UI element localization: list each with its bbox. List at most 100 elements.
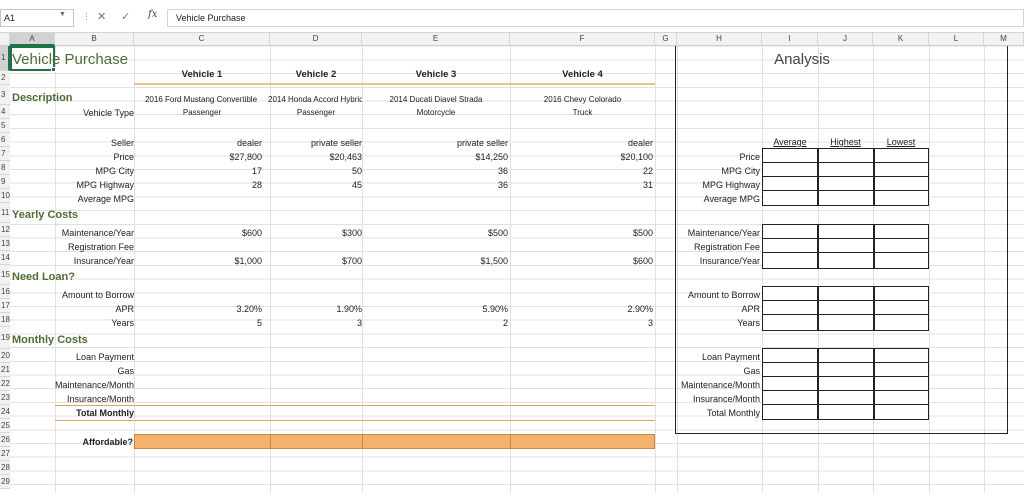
analysis-label[interactable]: APR — [670, 304, 760, 315]
section-description[interactable]: Description — [12, 92, 73, 105]
analysis-table-vehicle[interactable] — [762, 148, 929, 206]
vehicle-type-cell[interactable]: Motorcycle — [362, 107, 510, 118]
description-cell[interactable]: 2016 Chevy Colorado — [510, 94, 655, 105]
mpg-highway-cell[interactable]: 45 — [270, 180, 362, 191]
row-header[interactable]: 2 — [0, 71, 10, 85]
price-cell[interactable]: $14,250 — [362, 152, 508, 163]
mpg-city-cell[interactable]: 50 — [270, 166, 362, 177]
sheet-title[interactable]: Vehicle Purchase — [12, 52, 128, 68]
price-cell[interactable]: $20,100 — [510, 152, 653, 163]
seller-cell[interactable]: private seller — [270, 138, 362, 149]
analysis-label[interactable]: Loan Payment — [670, 352, 760, 363]
column-header[interactable]: J — [818, 33, 873, 46]
row-header[interactable]: 17 — [0, 299, 10, 313]
cancel-icon[interactable]: ✕ — [97, 10, 106, 23]
column-header[interactable]: M — [984, 33, 1024, 46]
select-all-corner[interactable] — [0, 33, 10, 46]
column-header[interactable]: K — [873, 33, 929, 46]
row-header[interactable]: 9 — [0, 175, 10, 189]
affordable-row[interactable] — [134, 434, 655, 449]
vehicle-type-cell[interactable]: Truck — [510, 107, 655, 118]
seller-cell[interactable]: private seller — [362, 138, 508, 149]
chevron-down-icon[interactable]: ▼ — [59, 11, 66, 18]
row-label[interactable]: Insurance/Month — [20, 394, 134, 405]
maintenance-year-cell[interactable]: $500 — [362, 228, 508, 239]
row-header[interactable]: 4 — [0, 105, 10, 119]
row-header[interactable]: 23 — [0, 391, 10, 405]
row-header[interactable]: 8 — [0, 161, 10, 175]
vehicle-header[interactable]: Vehicle 3 — [362, 69, 510, 80]
analysis-label[interactable]: MPG Highway — [677, 180, 760, 191]
row-header[interactable]: 1 — [0, 46, 10, 71]
analysis-title[interactable]: Analysis — [762, 52, 842, 68]
column-header[interactable]: C — [134, 33, 270, 46]
price-cell[interactable]: $27,800 — [134, 152, 262, 163]
maintenance-year-cell[interactable]: $300 — [270, 228, 362, 239]
row-label[interactable]: Total Monthly — [40, 408, 134, 419]
analysis-col-header[interactable]: Highest — [818, 137, 873, 148]
analysis-label[interactable]: Registration Fee — [670, 242, 760, 253]
analysis-col-header[interactable]: Lowest — [873, 137, 929, 148]
row-header[interactable]: 10 — [0, 189, 10, 203]
row-header[interactable]: 7 — [0, 147, 10, 161]
mpg-city-cell[interactable]: 17 — [134, 166, 262, 177]
analysis-table-yearly[interactable] — [762, 224, 929, 269]
row-header[interactable]: 14 — [0, 251, 10, 265]
insurance-year-cell[interactable]: $600 — [510, 256, 653, 267]
years-cell[interactable]: 3 — [270, 318, 362, 329]
row-label[interactable]: Registration Fee — [40, 242, 134, 253]
row-header[interactable]: 22 — [0, 377, 10, 391]
section-need-loan[interactable]: Need Loan? — [12, 271, 75, 284]
vehicle-type-cell[interactable]: Passenger — [270, 107, 362, 118]
row-label[interactable]: MPG Highway — [55, 180, 134, 191]
seller-cell[interactable]: dealer — [510, 138, 653, 149]
analysis-label[interactable]: Gas — [670, 366, 760, 377]
insurance-year-cell[interactable]: $1,000 — [134, 256, 262, 267]
apr-cell[interactable]: 3.20% — [134, 304, 262, 315]
column-header[interactable]: D — [270, 33, 362, 46]
row-header[interactable]: 5 — [0, 119, 10, 133]
row-header[interactable]: 15 — [0, 265, 10, 285]
row-header[interactable]: 25 — [0, 419, 10, 433]
seller-cell[interactable]: dealer — [134, 138, 262, 149]
column-header[interactable]: B — [55, 33, 134, 46]
description-cell[interactable]: 2016 Ford Mustang Convertible — [130, 94, 272, 105]
row-label[interactable]: Vehicle Type — [55, 108, 134, 119]
mpg-city-cell[interactable]: 36 — [362, 166, 508, 177]
row-header[interactable]: 19 — [0, 327, 10, 349]
mpg-highway-cell[interactable]: 28 — [134, 180, 262, 191]
row-header[interactable]: 21 — [0, 363, 10, 377]
row-header[interactable]: 20 — [0, 349, 10, 363]
maintenance-year-cell[interactable]: $600 — [134, 228, 262, 239]
years-cell[interactable]: 5 — [134, 318, 262, 329]
row-header[interactable]: 24 — [0, 405, 10, 419]
mpg-highway-cell[interactable]: 36 — [362, 180, 508, 191]
analysis-label[interactable]: Price — [677, 152, 760, 163]
row-label[interactable]: Maintenance/Year — [40, 228, 134, 239]
vehicle-type-cell[interactable]: Passenger — [134, 107, 270, 118]
apr-cell[interactable]: 1.90% — [270, 304, 362, 315]
column-header[interactable]: A — [10, 33, 55, 46]
column-header[interactable]: G — [655, 33, 677, 46]
affordable-label[interactable]: Affordable? — [40, 437, 134, 448]
insert-function-icon[interactable]: fx — [148, 9, 157, 20]
analysis-col-header[interactable]: Average — [762, 137, 818, 148]
row-header[interactable]: 29 — [0, 475, 10, 489]
row-label[interactable]: Years — [55, 318, 134, 329]
section-yearly-costs[interactable]: Yearly Costs — [12, 209, 78, 222]
analysis-label[interactable]: Amount to Borrow — [670, 290, 760, 301]
row-label[interactable]: APR — [55, 304, 134, 315]
row-label[interactable]: Average MPG — [55, 194, 134, 205]
column-header[interactable]: H — [677, 33, 762, 46]
vehicle-header[interactable]: Vehicle 1 — [134, 69, 270, 80]
mpg-highway-cell[interactable]: 31 — [510, 180, 653, 191]
row-label[interactable]: Amount to Borrow — [40, 290, 134, 301]
insurance-year-cell[interactable]: $1,500 — [362, 256, 508, 267]
analysis-label[interactable]: Total Monthly — [660, 408, 760, 419]
years-cell[interactable]: 3 — [510, 318, 653, 329]
row-header[interactable]: 28 — [0, 461, 10, 475]
analysis-label[interactable]: Insurance/Month — [660, 394, 760, 405]
enter-icon[interactable]: ✓ — [121, 10, 130, 23]
analysis-label[interactable]: Years — [670, 318, 760, 329]
apr-cell[interactable]: 5.90% — [362, 304, 508, 315]
